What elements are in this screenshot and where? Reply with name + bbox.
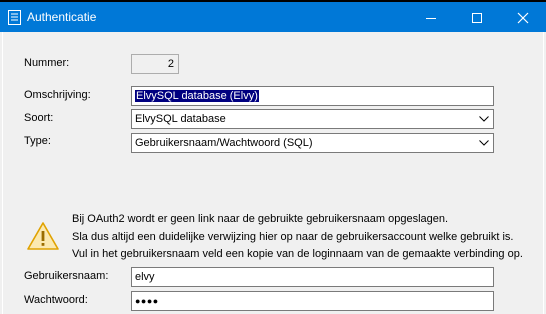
minimize-icon [426,18,436,19]
type-label: Type: [24,135,51,147]
type-value: Gebruikersnaam/Wachtwoord (SQL) [135,137,313,149]
nummer-label: Nummer: [24,57,70,69]
title-bar[interactable]: Authenticatie [0,0,546,32]
wachtwoord-value: ●●●● [135,296,159,306]
gebruikersnaam-input[interactable]: elvy [131,267,494,287]
chevron-down-icon [475,134,493,152]
chevron-down-icon [475,110,493,128]
type-select[interactable]: Gebruikersnaam/Wachtwoord (SQL) [131,133,494,153]
maximize-button[interactable] [454,4,500,32]
maximize-icon [472,13,482,23]
close-icon [517,12,529,24]
soort-label: Soort: [24,112,54,124]
soort-value: ElvySQL database [135,113,226,125]
gebruikersnaam-value: elvy [135,271,155,283]
authenticatie-dialog: Authenticatie Nummer: 2 Omschrijving: El… [0,0,546,314]
gebruikersnaam-label: Gebruikersnaam: [24,270,109,282]
window-title: Authenticatie [27,10,97,24]
notice-line-2: Sla dus altijd een duidelijke verwijzing… [72,231,514,243]
wachtwoord-input[interactable]: ●●●● [131,291,494,311]
omschrijving-input[interactable]: ElvySQL database (Elvy) [131,86,494,106]
omschrijving-value: ElvySQL database (Elvy) [135,90,259,102]
document-icon [8,10,21,25]
omschrijving-label: Omschrijving: [24,89,91,101]
warning-icon [27,222,59,250]
soort-select[interactable]: ElvySQL database [131,109,494,129]
close-button[interactable] [500,4,546,32]
minimize-button[interactable] [408,4,454,32]
notice-line-1: Bij OAuth2 wordt er geen link naar de ge… [72,213,449,225]
wachtwoord-label: Wachtwoord: [24,294,88,306]
nummer-field: 2 [131,54,179,74]
notice-line-3: Vul in het gebruikersnaam veld een kopie… [72,248,523,260]
